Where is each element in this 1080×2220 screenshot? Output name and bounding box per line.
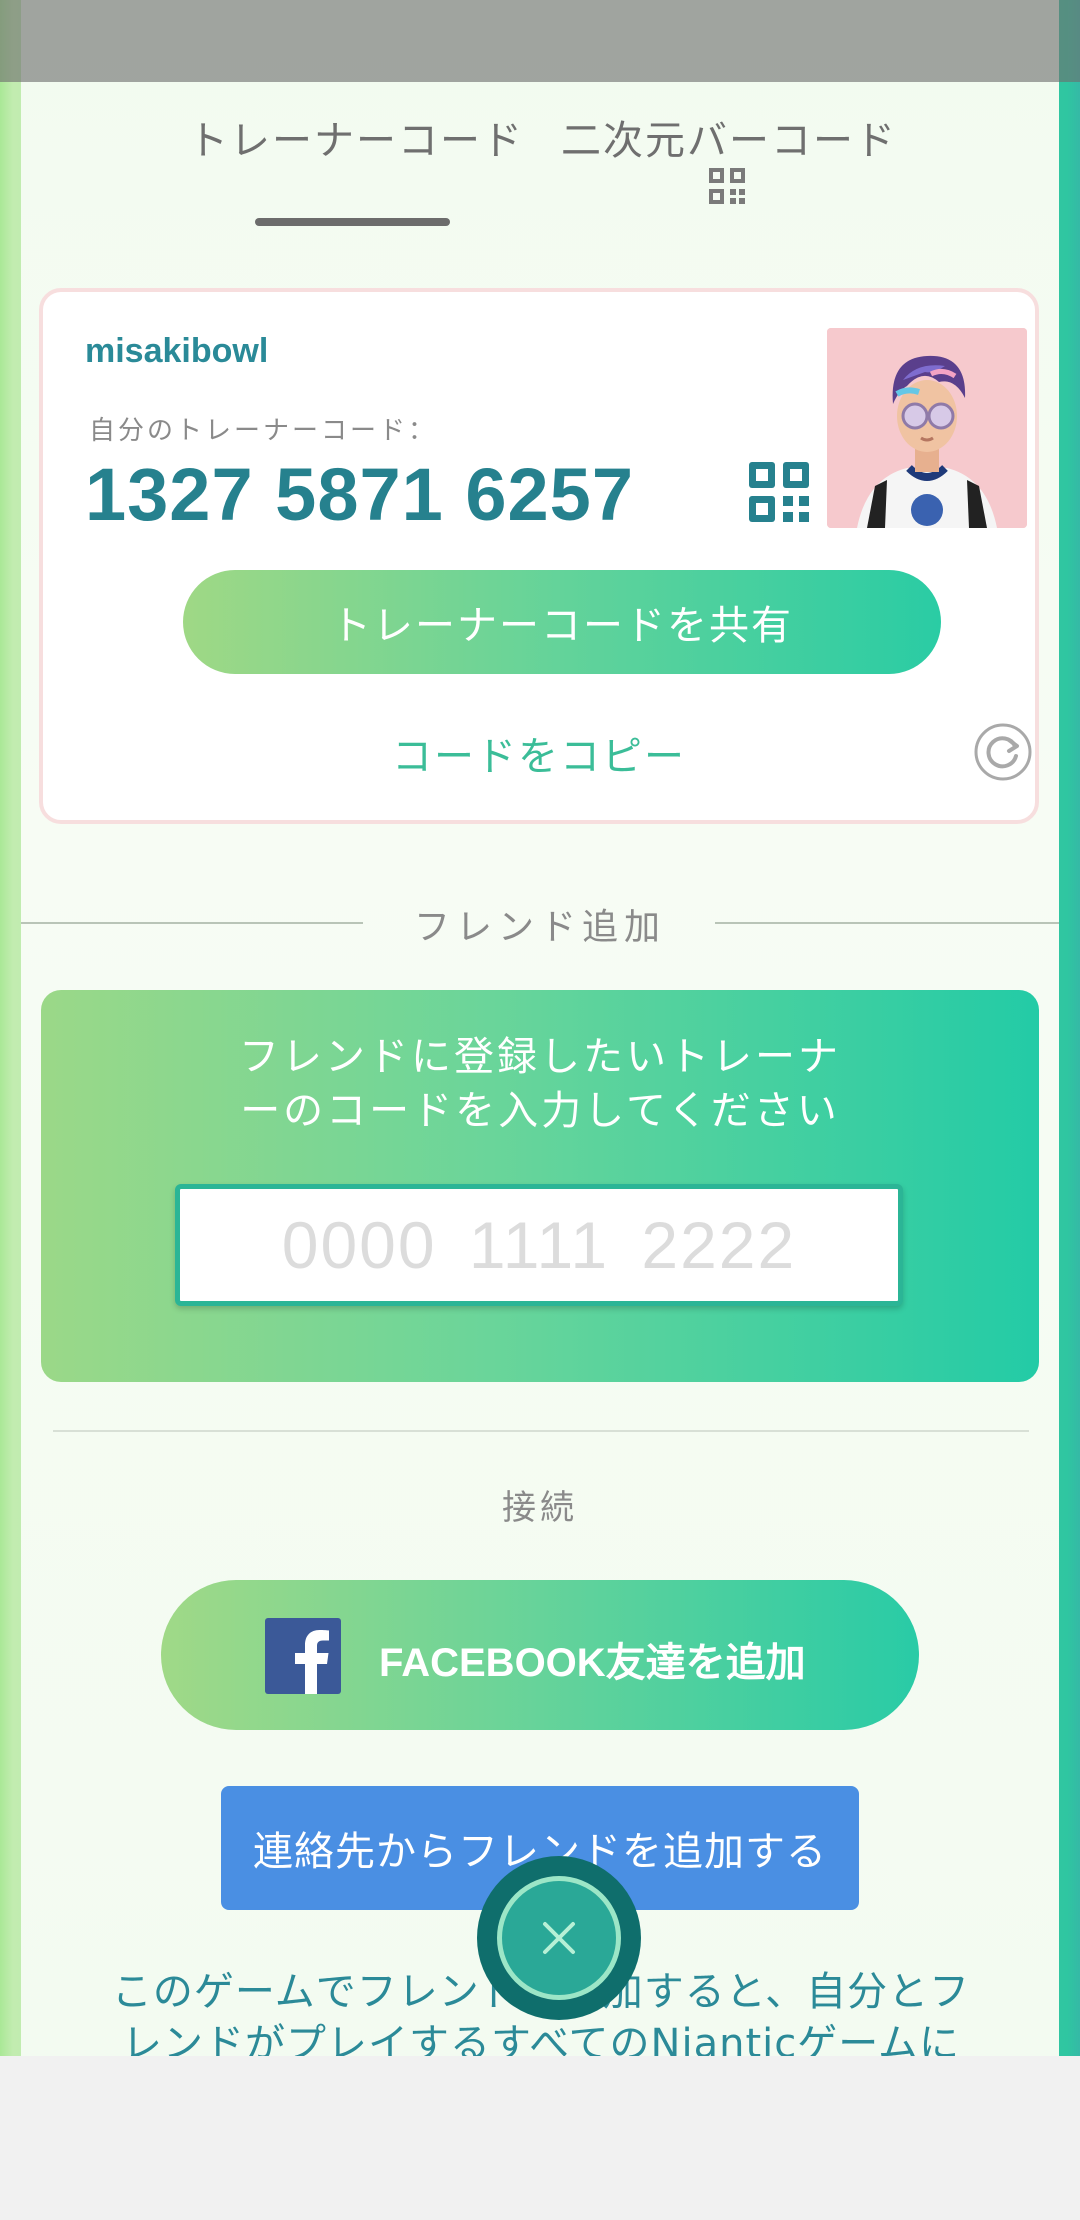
share-trainer-code-button[interactable]: トレーナーコードを共有 <box>183 570 941 674</box>
footer-line: レンドがプレイするすべてのNianticゲームに <box>121 2021 961 2056</box>
instruction-line: ーのコードを入力してください <box>240 1088 840 1134</box>
divider <box>715 922 1059 924</box>
facebook-icon <box>265 1618 341 1694</box>
copy-code-link[interactable]: コードをコピー <box>43 724 1035 782</box>
username: misakibowl <box>85 332 269 370</box>
friend-code-input[interactable] <box>175 1184 903 1306</box>
close-button-inner <box>497 1876 621 2000</box>
friend-add-header: フレンド追加 <box>21 898 1059 948</box>
friend-add-title: フレンド追加 <box>413 907 666 948</box>
close-icon <box>543 1922 575 1954</box>
qr-code-icon[interactable] <box>709 168 745 204</box>
tab-trainer-code[interactable]: トレーナーコード <box>188 108 524 166</box>
app-screen: トレーナーコード 二次元バーコード misakibowl 自分のトレーナーコード… <box>0 0 1080 2056</box>
qr-code-icon[interactable] <box>749 462 809 522</box>
refresh-icon[interactable] <box>973 722 1033 782</box>
active-tab-indicator <box>255 218 450 226</box>
close-button[interactable] <box>477 1856 641 2020</box>
trainer-code-label: 自分のトレーナーコード： <box>89 416 438 446</box>
facebook-button-label: FACEBOOK友達を追加 <box>379 1641 806 1685</box>
divider <box>53 1430 1029 1432</box>
trainer-avatar <box>827 328 1027 528</box>
trainer-code-card: misakibowl 自分のトレーナーコード： 1327 5871 6257 ト… <box>39 288 1039 824</box>
friend-code-instruction: フレンドに登録したいトレーナ ーのコードを入力してください <box>41 1030 1039 1138</box>
friend-code-entry-box: フレンドに登録したいトレーナ ーのコードを入力してください <box>41 990 1039 1382</box>
instruction-line: フレンドに登録したいトレーナ <box>239 1034 841 1080</box>
add-facebook-friends-button[interactable]: FACEBOOK友達を追加 <box>161 1580 919 1730</box>
status-bar <box>0 0 1080 82</box>
trainer-code-value: 1327 5871 6257 <box>85 453 634 536</box>
bottom-blank-area <box>0 2056 1080 2220</box>
tab-qr-code[interactable]: 二次元バーコード <box>561 108 897 166</box>
friend-panel: トレーナーコード 二次元バーコード misakibowl 自分のトレーナーコード… <box>21 0 1059 2056</box>
connect-title: 接続 <box>502 1488 578 1528</box>
